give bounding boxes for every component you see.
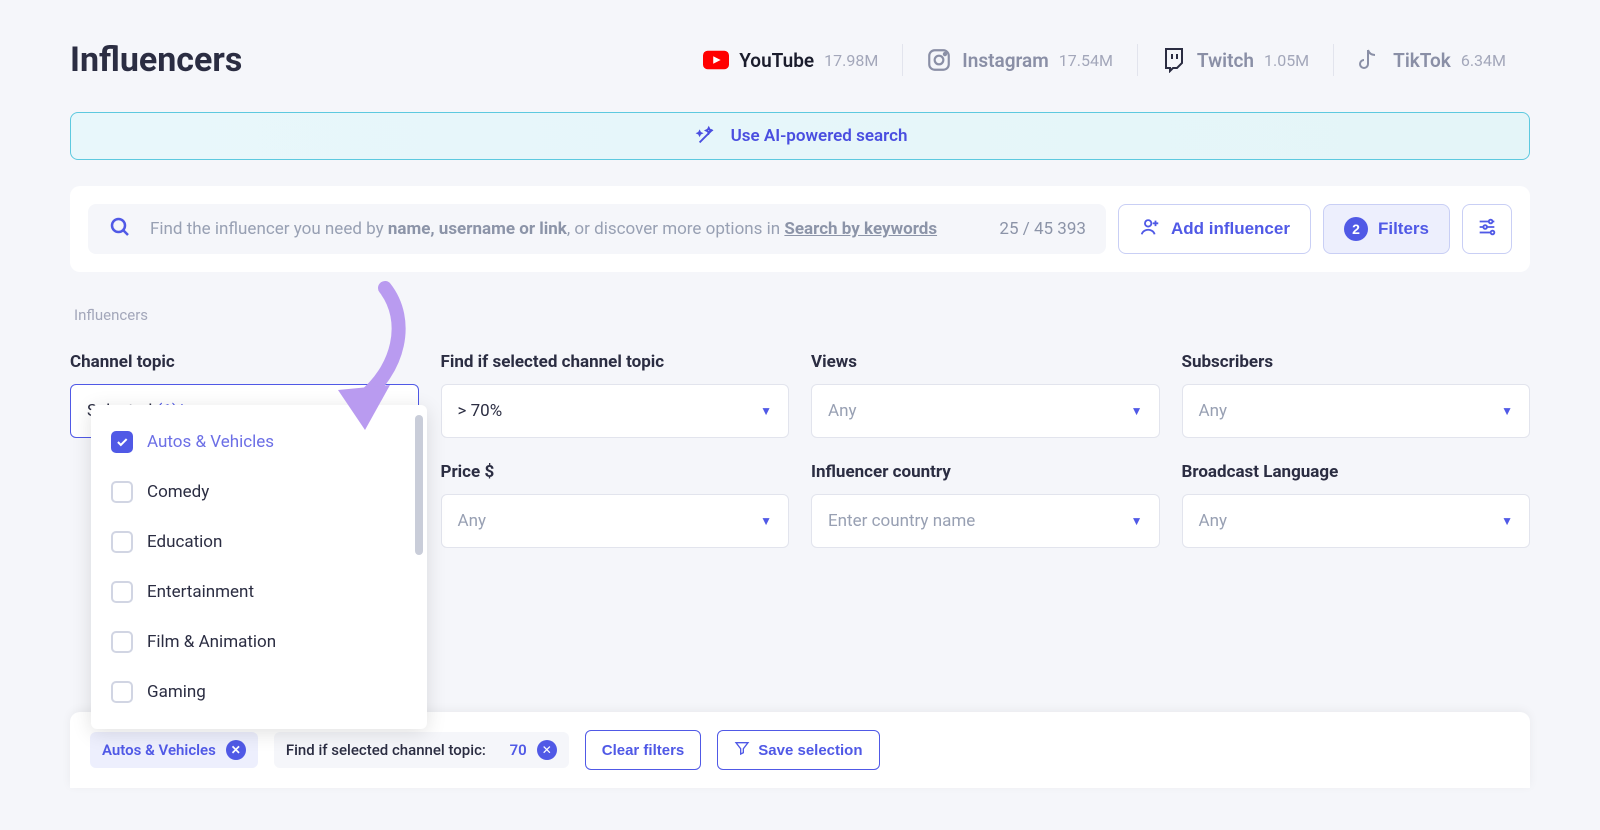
tiktok-icon	[1357, 47, 1383, 73]
dropdown-option-label: Autos & Vehicles	[147, 432, 274, 452]
find-if-label: Find if selected channel topic	[441, 352, 790, 372]
platform-tabs: YouTube 17.98M Instagram 17.54M Twitch 1…	[679, 47, 1530, 73]
platform-name: Twitch	[1197, 49, 1254, 72]
remove-chip-icon[interactable]: ✕	[537, 740, 557, 760]
dropdown-option[interactable]: Gaming	[91, 667, 427, 717]
instagram-icon	[926, 47, 952, 73]
platform-count: 6.34M	[1461, 51, 1506, 70]
subscribers-label: Subscribers	[1182, 352, 1531, 372]
ai-banner-text: Use AI-powered search	[731, 126, 908, 146]
save-selection-button[interactable]: Save selection	[717, 730, 879, 770]
scrollbar[interactable]	[415, 415, 423, 555]
chevron-down-icon: ▼	[1501, 404, 1513, 418]
country-select[interactable]: Enter country name ▼	[811, 494, 1160, 548]
chevron-down-icon: ▼	[760, 514, 772, 528]
views-select[interactable]: Any ▼	[811, 384, 1160, 438]
filters-button[interactable]: 2 Filters	[1323, 204, 1450, 254]
platform-count: 17.54M	[1059, 51, 1113, 70]
platform-tab-twitch[interactable]: Twitch 1.05M	[1137, 47, 1333, 73]
checkbox-icon	[111, 681, 133, 703]
dropdown-option-label: Film & Animation	[147, 632, 276, 652]
checkbox-icon	[111, 581, 133, 603]
chevron-down-icon: ▼	[1131, 404, 1143, 418]
magic-wand-icon	[693, 123, 719, 149]
country-label: Influencer country	[811, 462, 1160, 482]
platform-tab-tiktok[interactable]: TikTok 6.34M	[1333, 47, 1530, 73]
find-if-select[interactable]: > 70% ▼	[441, 384, 790, 438]
platform-tab-instagram[interactable]: Instagram 17.54M	[902, 47, 1137, 73]
dropdown-option-label: Education	[147, 532, 222, 552]
chevron-down-icon: ▼	[760, 404, 772, 418]
search-icon	[108, 215, 132, 243]
language-label: Broadcast Language	[1182, 462, 1531, 482]
dropdown-option[interactable]: Comedy	[91, 467, 427, 517]
platform-name: Instagram	[962, 49, 1048, 72]
filter-chip-topic[interactable]: Autos & Vehicles ✕	[90, 732, 258, 768]
language-select[interactable]: Any ▼	[1182, 494, 1531, 548]
add-influencer-button[interactable]: Add influencer	[1118, 204, 1311, 254]
dropdown-option-label: Gaming	[147, 682, 206, 702]
subscribers-select[interactable]: Any ▼	[1182, 384, 1531, 438]
twitch-icon	[1161, 47, 1187, 73]
platform-name: YouTube	[739, 49, 814, 72]
platform-name: TikTok	[1393, 49, 1451, 72]
breadcrumb: Influencers	[70, 306, 1530, 324]
views-label: Views	[811, 352, 1160, 372]
channel-topic-dropdown[interactable]: Autos & Vehicles Comedy Education Entertain…	[91, 405, 427, 729]
dropdown-option-label: Entertainment	[147, 582, 254, 602]
dropdown-option[interactable]: Autos & Vehicles	[91, 417, 427, 467]
search-placeholder: Find the influencer you need by name, us…	[150, 219, 981, 239]
platform-count: 1.05M	[1264, 51, 1309, 70]
ai-search-banner[interactable]: Use AI-powered search	[70, 112, 1530, 160]
chevron-down-icon: ▼	[1131, 514, 1143, 528]
price-label: Price $	[441, 462, 790, 482]
clear-filters-button[interactable]: Clear filters	[585, 730, 702, 770]
youtube-icon	[703, 47, 729, 73]
search-counter: 25 / 45 393	[999, 219, 1086, 239]
checkbox-icon	[111, 631, 133, 653]
dropdown-option[interactable]: Education	[91, 517, 427, 567]
sliders-icon	[1476, 216, 1498, 243]
checkbox-icon	[111, 431, 133, 453]
dropdown-option[interactable]: Film & Animation	[91, 617, 427, 667]
checkbox-icon	[111, 481, 133, 503]
platform-count: 17.98M	[824, 51, 878, 70]
remove-chip-icon[interactable]: ✕	[226, 740, 246, 760]
filter-chip-percent[interactable]: Find if selected channel topic: 70 ✕	[274, 732, 569, 768]
page-title: Influencers	[70, 40, 242, 80]
add-user-icon	[1139, 216, 1161, 243]
channel-topic-label: Channel topic	[70, 352, 419, 372]
platform-tab-youtube[interactable]: YouTube 17.98M	[679, 47, 902, 73]
price-select[interactable]: Any ▼	[441, 494, 790, 548]
checkbox-icon	[111, 531, 133, 553]
dropdown-option-label: Comedy	[147, 482, 209, 502]
dropdown-option[interactable]: Entertainment	[91, 567, 427, 617]
chevron-down-icon: ▼	[1501, 514, 1513, 528]
search-input[interactable]: Find the influencer you need by name, us…	[88, 204, 1106, 254]
filters-count-badge: 2	[1344, 217, 1368, 241]
settings-toggle-button[interactable]	[1462, 204, 1512, 254]
funnel-icon	[734, 740, 750, 760]
